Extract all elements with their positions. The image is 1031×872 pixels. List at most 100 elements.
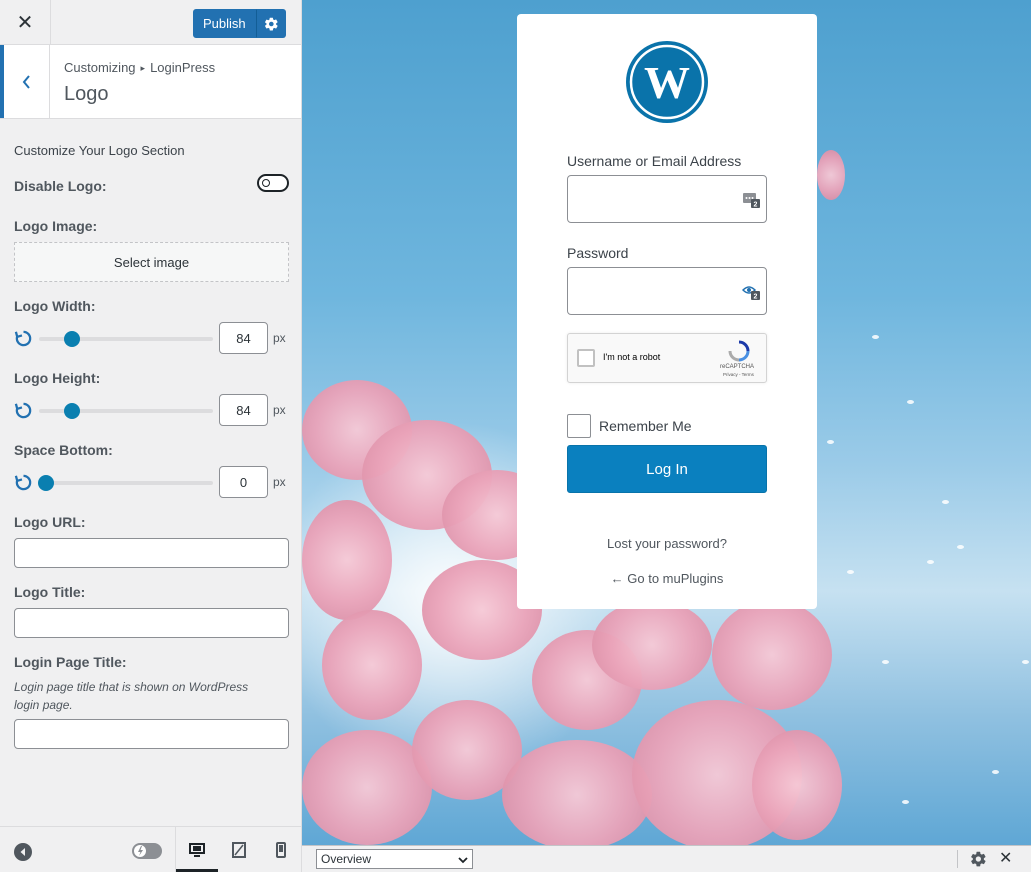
petal [942, 500, 949, 504]
blossom-cluster [752, 730, 842, 840]
logo-height-slider[interactable] [39, 403, 213, 419]
recaptcha-logo-icon [728, 340, 750, 362]
close-icon[interactable]: ✕ [999, 848, 1012, 868]
mobile-icon [276, 841, 286, 858]
svg-text:2: 2 [754, 202, 758, 209]
breadcrumb-separator-icon: ▸ [140, 63, 146, 73]
performance-toggle[interactable] [132, 843, 162, 859]
login-page-title-label: Login Page Title: [14, 654, 127, 670]
login-page-title-input[interactable] [14, 719, 289, 749]
desktop-icon [189, 842, 205, 857]
select-image-button[interactable]: Select image [14, 242, 289, 282]
blossom-cluster [817, 150, 845, 200]
logo-url-input[interactable] [14, 538, 289, 568]
site-preview: W Username or Email Address 2 Password 2 [302, 0, 1031, 845]
space-bottom-control: 0 px [14, 466, 289, 498]
device-preview-group [175, 827, 302, 872]
logo-image-label: Logo Image: [14, 218, 98, 234]
section-header: Customizing ▸ LoginPress Logo [0, 45, 301, 119]
logo-title-label: Logo Title: [14, 584, 86, 600]
password-input[interactable]: 2 [567, 267, 767, 315]
logo-height-input[interactable]: 84 [219, 394, 268, 426]
petal [927, 560, 934, 564]
log-in-button[interactable]: Log In [567, 445, 767, 493]
logo-height-label: Logo Height: [14, 370, 101, 386]
publish-settings-button[interactable] [255, 9, 286, 38]
slider-thumb[interactable] [64, 403, 81, 419]
petal [882, 660, 889, 664]
section-title: Logo [64, 83, 109, 105]
unit-label: px [273, 475, 286, 489]
sidebar-footer [0, 826, 301, 872]
toggle-bolt-icon [134, 845, 146, 857]
wordpress-logo-icon[interactable]: W [625, 40, 709, 124]
password-manager-icon[interactable]: 2 [742, 190, 760, 208]
svg-text:2: 2 [754, 294, 758, 301]
collapse-sidebar-button[interactable] [14, 843, 32, 861]
remember-me-checkbox[interactable] [567, 414, 591, 438]
petal [1022, 660, 1029, 664]
disable-logo-toggle[interactable] [257, 174, 289, 192]
recaptcha-widget: I'm not a robot reCAPTCHA Privacy - Term… [567, 333, 767, 383]
overview-select-value: Overview [321, 852, 372, 866]
customizer-sidebar: ✕ Publish Customizing ▸ LoginPress Logo … [0, 0, 302, 872]
preview-bottom-bar: Overview ✕ [302, 845, 1031, 872]
svg-text:W: W [644, 57, 690, 108]
sidebar-header: ✕ Publish [0, 0, 301, 45]
password-label: Password [567, 245, 629, 261]
recaptcha-brand: reCAPTCHA [720, 364, 755, 370]
lost-password-link[interactable]: Lost your password? [517, 536, 817, 551]
breadcrumb: Customizing ▸ LoginPress [64, 60, 215, 75]
space-bottom-label: Space Bottom: [14, 442, 113, 458]
overview-select[interactable]: Overview [316, 849, 473, 869]
logo-title-input[interactable] [14, 608, 289, 638]
logo-width-slider[interactable] [39, 331, 213, 347]
reset-icon[interactable] [14, 401, 33, 420]
preview-desktop-button[interactable] [176, 827, 218, 872]
slider-thumb[interactable] [64, 331, 81, 347]
gear-icon[interactable] [970, 851, 986, 867]
unit-label: px [273, 403, 286, 417]
close-icon: ✕ [16, 12, 34, 34]
logo-url-label: Logo URL: [14, 514, 86, 530]
back-to-site-link[interactable]: ← Go to muPlugins [517, 571, 817, 586]
login-card: W Username or Email Address 2 Password 2 [517, 14, 817, 609]
reset-icon[interactable] [14, 473, 33, 492]
recaptcha-label: I'm not a robot [603, 352, 661, 362]
recaptcha-checkbox[interactable] [577, 349, 595, 367]
gear-icon [264, 17, 278, 30]
logo-width-input[interactable]: 84 [219, 322, 268, 354]
slider-thumb[interactable] [37, 475, 54, 491]
reset-icon[interactable] [14, 329, 33, 348]
petal [847, 570, 854, 574]
toggle-knob [262, 179, 270, 187]
back-button[interactable] [0, 45, 50, 118]
show-password-icon[interactable]: 2 [742, 282, 760, 300]
blossom-cluster [712, 600, 832, 710]
username-label: Username or Email Address [567, 153, 742, 169]
publish-button[interactable]: Publish [193, 9, 256, 38]
customizer-window: ✕ Publish Customizing ▸ LoginPress Logo … [0, 0, 1031, 872]
petal [827, 440, 834, 444]
blossom-cluster [592, 600, 712, 690]
close-customizer-button[interactable]: ✕ [0, 0, 51, 45]
username-input[interactable]: 2 [567, 175, 767, 223]
space-bottom-slider[interactable] [37, 475, 213, 491]
disable-logo-label: Disable Logo: [14, 178, 107, 194]
petal [872, 335, 879, 339]
logo-width-control: 84 px [14, 322, 289, 354]
chevron-down-icon [458, 857, 468, 864]
space-bottom-input[interactable]: 0 [219, 466, 268, 498]
publish-group: Publish [193, 9, 286, 38]
blossom-cluster [502, 740, 652, 845]
recaptcha-terms-link[interactable]: Privacy - Terms [723, 372, 754, 377]
remember-me-label[interactable]: Remember Me [599, 418, 692, 434]
logo-height-control: 84 px [14, 394, 289, 426]
section-description: Customize Your Logo Section [14, 143, 185, 158]
unit-label: px [273, 331, 286, 345]
tablet-icon [232, 841, 246, 858]
chevron-left-icon [22, 74, 30, 89]
preview-mobile-button[interactable] [260, 827, 302, 872]
preview-tablet-button[interactable] [218, 827, 260, 872]
login-page-title-help: Login page title that is shown on WordPr… [14, 680, 249, 712]
